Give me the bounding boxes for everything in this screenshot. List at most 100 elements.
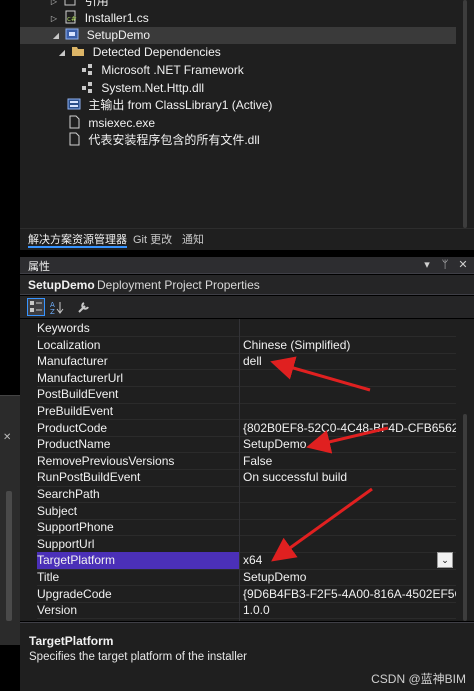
- tree-item-label: 主输出 from ClassLibrary1 (Active): [88, 98, 273, 112]
- property-value[interactable]: x64 ⌄: [243, 552, 456, 569]
- property-row-manufacturer[interactable]: Manufacturer dell: [20, 353, 456, 370]
- property-value[interactable]: {802B0EF8-52C0-4C48-BF4D-CFB6562156: [243, 420, 456, 437]
- dependency-icon: [80, 62, 94, 76]
- expand-icon[interactable]: ▷: [48, 10, 60, 27]
- property-name: SupportUrl: [37, 536, 95, 551]
- collapse-icon[interactable]: ◢: [56, 44, 68, 61]
- property-value[interactable]: {9D6B4FB3-F2F5-4A00-816A-4502EF5C843: [243, 586, 456, 603]
- property-value-text: Chinese (Simplified): [243, 337, 351, 352]
- tab-git-changes[interactable]: Git 更改: [133, 232, 172, 248]
- setup-project-icon: [65, 27, 79, 41]
- close-icon[interactable]: ✕: [456, 257, 470, 273]
- tree-item-label: 代表安装程序包含的所有文件.dll: [88, 133, 260, 147]
- dependency-icon: [80, 80, 94, 94]
- column-divider[interactable]: [239, 319, 240, 621]
- property-value[interactable]: [243, 386, 456, 403]
- row-separator: [37, 618, 456, 620]
- object-name: SetupDemo: [28, 278, 95, 292]
- property-value[interactable]: [243, 370, 456, 387]
- property-value[interactable]: [243, 486, 456, 503]
- object-selector[interactable]: SetupDemo Deployment Project Properties: [20, 275, 474, 295]
- svg-text:Z: Z: [50, 308, 55, 314]
- property-value-text: dell: [243, 354, 262, 369]
- property-value-text: SetupDemo: [243, 570, 307, 584]
- tree-item-installer1[interactable]: ▷ c# Installer1.cs: [48, 10, 149, 27]
- property-value-text: {9D6B4FB3-F2F5-4A00-816A-4502EF5C843: [243, 586, 456, 601]
- tree-item-label: Installer1.cs: [84, 11, 149, 25]
- property-row-subject[interactable]: Subject: [20, 503, 456, 520]
- property-value[interactable]: [243, 519, 456, 536]
- property-row-keywords[interactable]: Keywords: [20, 320, 456, 337]
- tree-item-label: SetupDemo: [86, 28, 151, 42]
- property-value[interactable]: dell: [243, 353, 456, 370]
- property-row-postbuildevent[interactable]: PostBuildEvent: [20, 386, 456, 403]
- property-row-productname[interactable]: ProductName SetupDemo: [20, 436, 456, 453]
- property-name: Manufacturer: [37, 354, 108, 369]
- collapse-icon[interactable]: ◢: [50, 27, 62, 44]
- file-icon: [67, 132, 81, 146]
- close-icon[interactable]: ✕: [3, 432, 11, 443]
- property-row-supporturl[interactable]: SupportUrl: [20, 536, 456, 553]
- property-row-runpostbuildevent[interactable]: RunPostBuildEvent On successful build: [20, 469, 456, 486]
- tree-item-references[interactable]: ▷ 引用: [48, 0, 109, 10]
- description-title: TargetPlatform: [29, 634, 114, 648]
- property-value[interactable]: [243, 320, 456, 337]
- tree-item-dotnet-framework[interactable]: Microsoft .NET Framework: [80, 62, 244, 79]
- property-value[interactable]: [243, 536, 456, 553]
- csharp-file-icon: c#: [63, 10, 77, 24]
- explorer-scrollbar[interactable]: [456, 0, 474, 228]
- property-row-localization[interactable]: Localization Chinese (Simplified): [20, 337, 456, 354]
- tree-item-label: Microsoft .NET Framework: [101, 63, 244, 77]
- scrollbar-thumb[interactable]: [463, 414, 467, 621]
- property-row-productcode[interactable]: ProductCode {802B0EF8-52C0-4C48-BF4D-CFB6…: [20, 420, 456, 437]
- description-text: Specifies the target platform of the ins…: [29, 651, 247, 663]
- property-row-searchpath[interactable]: SearchPath: [20, 486, 456, 503]
- property-row-targetplatform[interactable]: TargetPlatform x64 ⌄: [20, 552, 456, 569]
- references-icon: [63, 0, 77, 7]
- property-row-version[interactable]: Version 1.0.0: [20, 602, 456, 619]
- property-name: Localization: [37, 337, 101, 352]
- property-value[interactable]: On successful build: [243, 469, 456, 486]
- property-value-text: x64: [243, 553, 263, 568]
- window-menu-icon[interactable]: ▾: [420, 257, 434, 273]
- expand-icon[interactable]: ▷: [48, 0, 60, 10]
- pin-icon[interactable]: ᛘ: [438, 257, 452, 273]
- scrollbar-thumb[interactable]: [463, 0, 467, 228]
- tree-item-all-files-dll[interactable]: 代表安装程序包含的所有文件.dll: [67, 132, 260, 149]
- tree-item-setupdemo[interactable]: ◢ SetupDemo: [20, 27, 456, 44]
- property-row-removepreviousversions[interactable]: RemovePreviousVersions False: [20, 453, 456, 470]
- tree-item-system-net-http[interactable]: System.Net.Http.dll: [80, 80, 204, 97]
- property-name: TargetPlatform: [37, 552, 239, 569]
- alphabetical-button[interactable]: AZ: [48, 298, 66, 316]
- dropdown-chevron-icon[interactable]: ⌄: [437, 552, 453, 569]
- property-value[interactable]: SetupDemo: [243, 569, 456, 586]
- property-pages-button[interactable]: [74, 298, 92, 316]
- property-row-title[interactable]: Title SetupDemo: [20, 569, 456, 586]
- property-row-upgradecode[interactable]: UpgradeCode {9D6B4FB3-F2F5-4A00-816A-4502…: [20, 586, 456, 603]
- property-name: SupportPhone: [37, 520, 114, 535]
- tree-item-detected-dependencies[interactable]: ◢ Detected Dependencies: [56, 44, 221, 61]
- tree-item-msiexec[interactable]: msiexec.exe: [67, 115, 155, 132]
- solution-explorer: ▷ 引用 ▷ c# Installer1.cs ◢ SetupDemo ◢ De…: [20, 0, 474, 250]
- scrollbar-thumb[interactable]: [6, 491, 12, 621]
- property-value[interactable]: [243, 503, 456, 520]
- tab-solution-explorer[interactable]: 解决方案资源管理器: [28, 232, 127, 248]
- property-row-prebuildevent[interactable]: PreBuildEvent: [20, 403, 456, 420]
- property-name: RunPostBuildEvent: [37, 470, 141, 485]
- categorized-button[interactable]: [27, 298, 45, 316]
- property-value[interactable]: Chinese (Simplified): [243, 337, 456, 354]
- property-value[interactable]: False: [243, 453, 456, 470]
- property-grid-scrollbar[interactable]: [456, 319, 474, 621]
- property-value[interactable]: SetupDemo: [243, 436, 456, 453]
- tab-notifications[interactable]: 通知: [182, 232, 204, 248]
- explorer-tab-strip: 解决方案资源管理器 Git 更改 通知: [20, 228, 474, 250]
- property-row-manufacturerurl[interactable]: ManufacturerUrl: [20, 370, 456, 387]
- property-row-supportphone[interactable]: SupportPhone: [20, 519, 456, 536]
- property-value[interactable]: 1.0.0: [243, 602, 456, 619]
- property-grid: Keywords Localization Chinese (Simplified)…: [20, 319, 456, 621]
- property-value-text: 1.0.0: [243, 603, 270, 618]
- sort-alphabetical-icon: AZ: [50, 301, 64, 314]
- property-name: ProductName: [37, 437, 111, 452]
- tree-item-primary-output[interactable]: 主输出 from ClassLibrary1 (Active): [67, 97, 272, 114]
- property-value[interactable]: [243, 403, 456, 420]
